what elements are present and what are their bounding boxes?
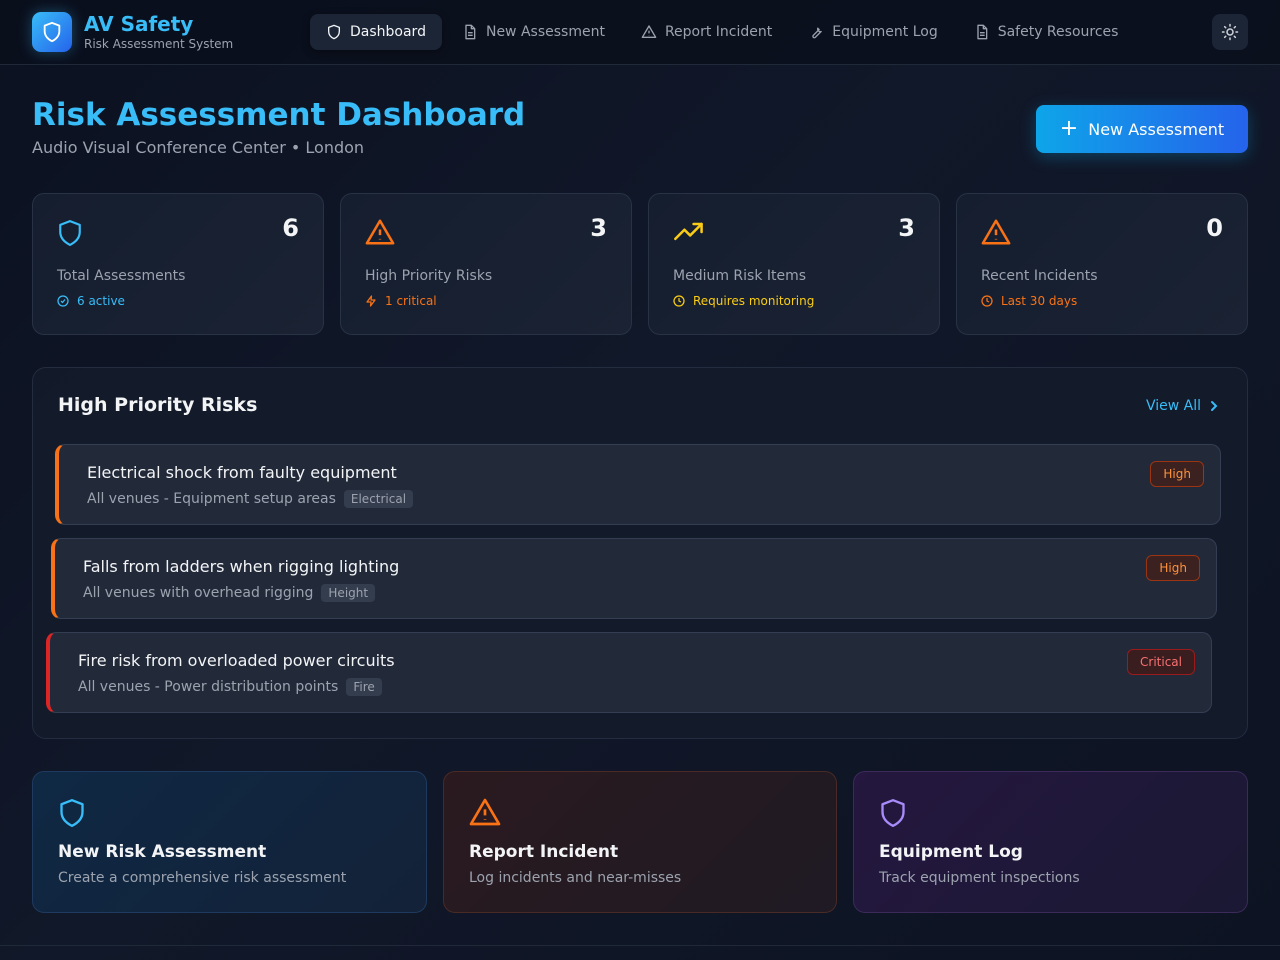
stat-note: Last 30 days: [981, 294, 1077, 308]
wrench-icon: [812, 27, 823, 39]
nav-new-assessment[interactable]: New Assessment: [446, 14, 621, 50]
risk-level-badge: High: [1150, 461, 1204, 487]
stat-note: 1 critical: [365, 294, 437, 308]
nav-report-incident[interactable]: Report Incident: [625, 14, 788, 50]
warning-icon: [469, 797, 501, 831]
risk-item[interactable]: Fire risk from overloaded power circuits…: [46, 632, 1212, 713]
risk-location-text: All venues with overhead rigging: [83, 585, 314, 601]
risk-location: All venues - Power distribution points F…: [78, 678, 382, 696]
warning-icon: [641, 25, 657, 38]
main-nav: Dashboard New Assessment Report Incident…: [310, 14, 1138, 50]
stat-card-high-priority-risks[interactable]: 3 High Priority Risks 1 critical: [340, 193, 632, 335]
nav-dashboard[interactable]: Dashboard: [310, 14, 442, 50]
check-circle-icon: [57, 295, 69, 307]
risk-location-text: All venues - Equipment setup areas: [87, 491, 336, 507]
risk-title: Electrical shock from faulty equipment: [87, 463, 397, 482]
app-subtitle: Risk Assessment System: [84, 37, 234, 51]
risk-location: All venues with overhead rigging Height: [83, 584, 376, 602]
stat-note-text: Last 30 days: [1001, 294, 1078, 308]
risk-title: Fire risk from overloaded power circuits: [78, 651, 395, 670]
risk-item[interactable]: Falls from ladders when rigging lighting…: [51, 538, 1217, 619]
risk-category-tag: Height: [321, 584, 376, 602]
stat-note-text: 1 critical: [385, 294, 437, 308]
top-navigation-bar: AV Safety Risk Assessment System Dashboa…: [0, 0, 1280, 65]
shield-icon: [879, 797, 907, 833]
app-title: AV Safety: [84, 12, 194, 36]
risk-level-badge: Critical: [1127, 649, 1195, 675]
stat-card-total-assessments[interactable]: 6 Total Assessments 6 active: [32, 193, 324, 335]
stat-value: 3: [590, 214, 607, 242]
panel-title: High Priority Risks: [58, 394, 258, 416]
page-title: Risk Assessment Dashboard: [32, 97, 526, 133]
risk-item[interactable]: Electrical shock from faulty equipment A…: [55, 444, 1221, 525]
action-subtitle: Log incidents and near-misses: [469, 870, 682, 886]
stat-label: Medium Risk Items: [673, 268, 807, 284]
risk-location: All venues - Equipment setup areas Elect…: [87, 490, 414, 508]
nav-safety-resources-label: Safety Resources: [997, 24, 1119, 40]
nav-new-assessment-label: New Assessment: [485, 24, 605, 40]
trending-up-icon: [673, 218, 705, 250]
stat-label: Total Assessments: [57, 268, 186, 284]
action-subtitle: Track equipment inspections: [879, 870, 1080, 886]
page-subtitle: Audio Visual Conference Center • London: [32, 138, 365, 157]
action-title: Equipment Log: [879, 842, 1023, 862]
view-all-label: View All: [1145, 398, 1201, 414]
sun-icon: [1221, 23, 1239, 41]
quick-action-equipment-log[interactable]: Equipment Log Track equipment inspection…: [853, 771, 1248, 913]
plus-icon: +: [1059, 116, 1079, 141]
stat-value: 6: [282, 214, 299, 242]
action-subtitle: Create a comprehensive risk assessment: [58, 870, 347, 886]
chevron-right-icon: [1211, 401, 1218, 411]
stat-label: High Priority Risks: [365, 268, 493, 284]
stat-note: Requires monitoring: [673, 294, 814, 308]
new-assessment-button[interactable]: + New Assessment: [1036, 105, 1248, 153]
stat-card-recent-incidents[interactable]: 0 Recent Incidents Last 30 days: [956, 193, 1248, 335]
nav-dashboard-label: Dashboard: [350, 24, 426, 40]
risk-category-tag: Electrical: [343, 490, 414, 508]
footer-divider: [0, 945, 1280, 946]
shield-icon: [328, 24, 340, 40]
nav-equipment-log[interactable]: Equipment Log: [792, 14, 953, 50]
shield-icon: [58, 797, 86, 833]
stat-note-text: Requires monitoring: [693, 294, 815, 308]
stat-value: 3: [898, 214, 915, 242]
risk-category-tag: Fire: [346, 678, 382, 696]
shield-icon: [32, 12, 72, 52]
warning-icon: [981, 218, 1011, 250]
stat-card-medium-risk-items[interactable]: 3 Medium Risk Items Requires monitoring: [648, 193, 940, 335]
clock-icon: [673, 295, 685, 307]
lightning-icon: [366, 295, 376, 307]
risk-level-badge: High: [1146, 555, 1200, 581]
risk-title: Falls from ladders when rigging lighting: [83, 557, 400, 576]
stat-label: Recent Incidents: [981, 268, 1098, 284]
nav-equipment-log-label: Equipment Log: [832, 24, 938, 40]
risk-location-text: All venues - Power distribution points: [78, 679, 339, 695]
document-icon: [465, 24, 476, 40]
nav-safety-resources[interactable]: Safety Resources: [958, 14, 1135, 50]
stat-value: 0: [1206, 214, 1223, 242]
action-title: Report Incident: [469, 842, 619, 862]
stat-note-text: 6 active: [77, 294, 125, 308]
new-assessment-button-label: New Assessment: [1088, 119, 1225, 139]
theme-toggle-button[interactable]: [1212, 14, 1248, 50]
high-priority-risks-panel: High Priority Risks View All Electrical …: [32, 367, 1248, 739]
brand[interactable]: AV Safety Risk Assessment System: [32, 12, 233, 52]
shield-icon: [57, 218, 83, 252]
quick-action-new-risk-assessment[interactable]: New Risk Assessment Create a comprehensi…: [32, 771, 427, 913]
nav-report-incident-label: Report Incident: [664, 24, 773, 40]
clock-icon: [981, 295, 993, 307]
stat-note: 6 active: [57, 294, 125, 308]
warning-icon: [365, 218, 395, 250]
document-icon: [977, 24, 988, 40]
view-all-link[interactable]: View All: [1146, 398, 1219, 414]
quick-action-report-incident[interactable]: Report Incident Log incidents and near-m…: [443, 771, 837, 913]
action-title: New Risk Assessment: [58, 842, 267, 862]
